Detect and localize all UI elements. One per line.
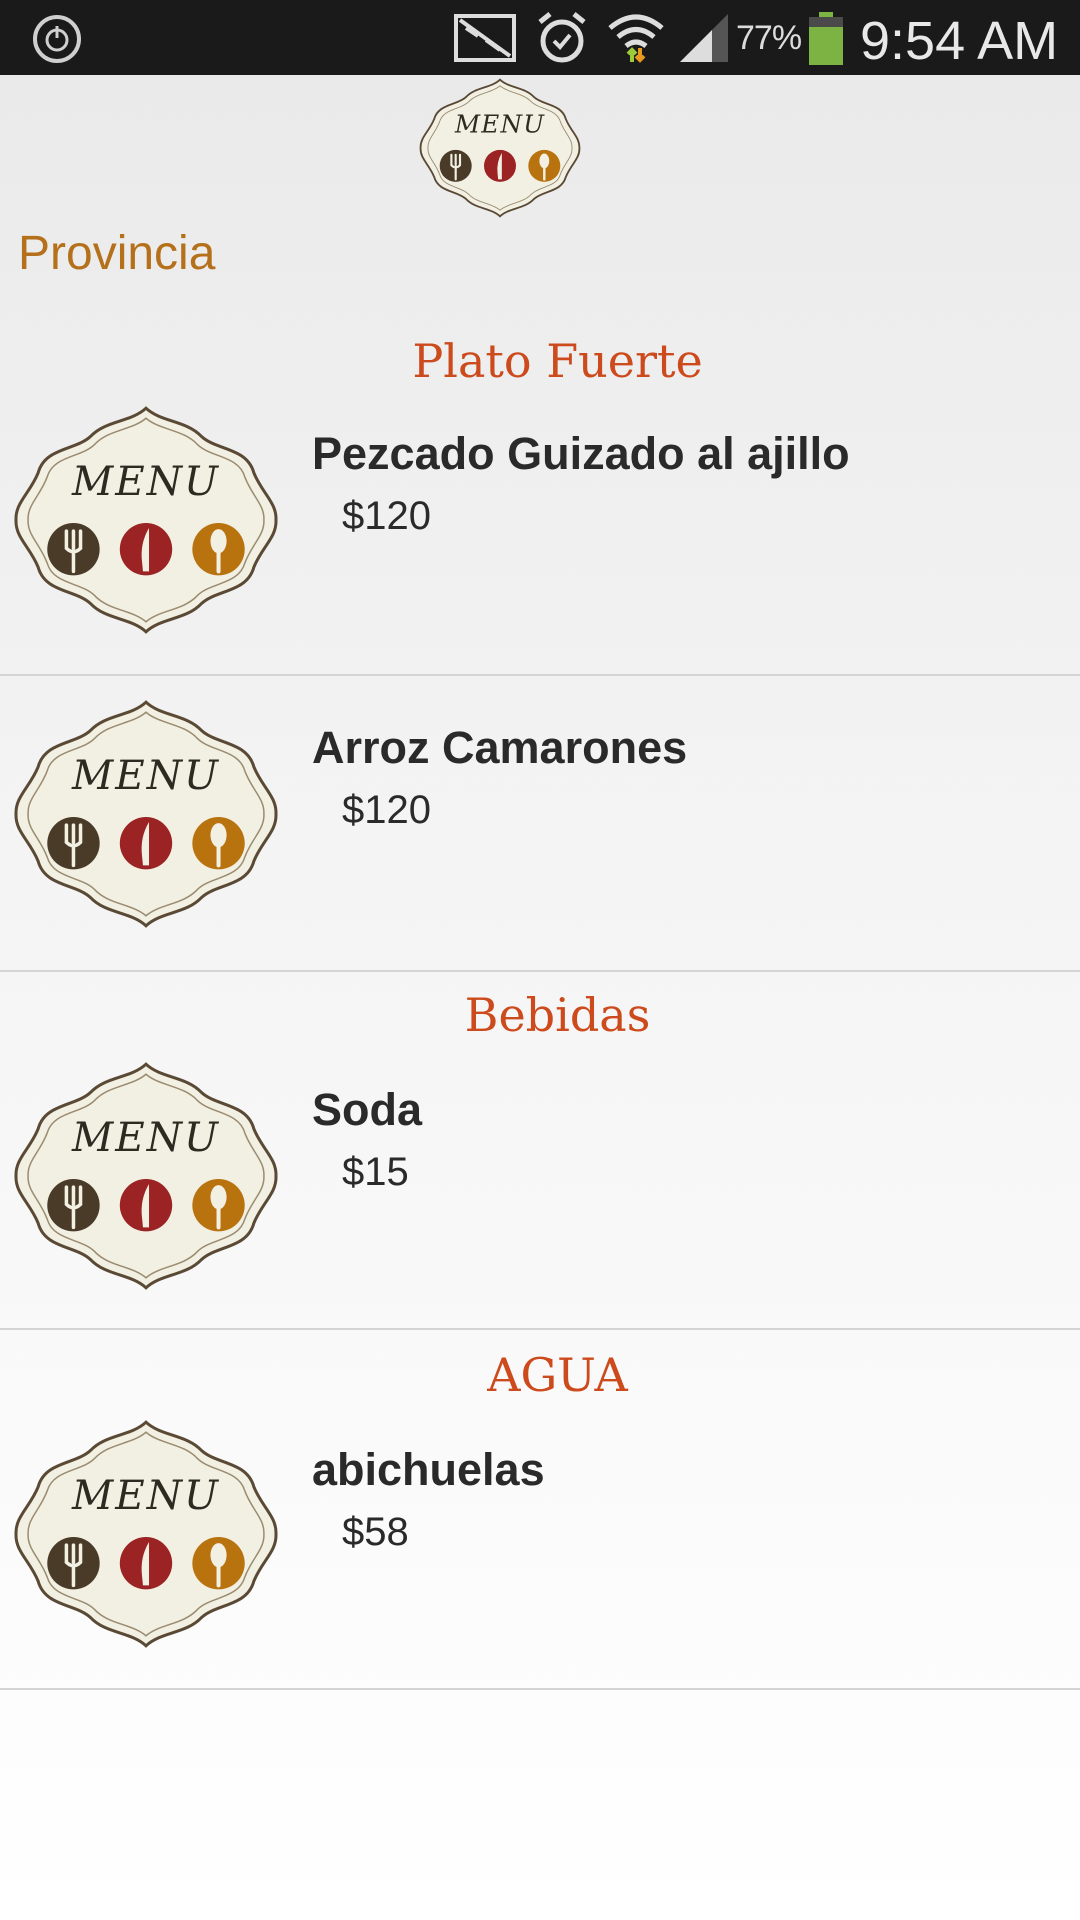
menu-item-price: $120 [342, 494, 431, 538]
menu-item-price: $15 [342, 1150, 409, 1194]
divider [0, 970, 1080, 972]
status-bar: 77% 9:54 AM [0, 0, 1080, 75]
menu-item-image [10, 1416, 282, 1652]
alarm-icon [538, 12, 586, 63]
section-title-agua: AGUA [487, 1348, 628, 1402]
store-name: Provincia [18, 227, 216, 280]
wifi-icon [608, 14, 664, 63]
no-sim-icon [454, 14, 516, 62]
restaurant-logo [388, 76, 612, 220]
menu-item-row[interactable]: Arroz Camarones $120 [0, 676, 1080, 970]
menu-item-name: Soda [312, 1084, 423, 1135]
clock: 9:54 AM [860, 11, 1059, 71]
section-title-plato-fuerte: Plato Fuerte [412, 334, 703, 388]
menu-item-price: $120 [342, 788, 431, 832]
menu-item-name: Arroz Camarones [312, 722, 688, 773]
menu-item-name: Pezcado Guizado al ajillo [312, 428, 850, 479]
divider [0, 1328, 1080, 1330]
menu-item-image [10, 1058, 282, 1294]
menu-item-row[interactable]: Soda $15 [0, 1058, 1080, 1328]
battery-percent: 77% [736, 19, 802, 57]
section-title-bebidas: Bebidas [464, 988, 651, 1042]
battery-icon [809, 12, 843, 65]
power-icon [33, 15, 81, 63]
menu-item-image [10, 696, 282, 932]
signal-icon [680, 14, 728, 62]
menu-item-row[interactable]: abichuelas $58 [0, 1416, 1080, 1688]
menu-item-row[interactable]: Pezcado Guizado al ajillo $120 [0, 400, 1080, 674]
menu-item-price: $58 [342, 1510, 409, 1554]
menu-item-name: abichuelas [312, 1444, 545, 1495]
menu-item-image [10, 402, 282, 638]
divider [0, 1688, 1080, 1690]
